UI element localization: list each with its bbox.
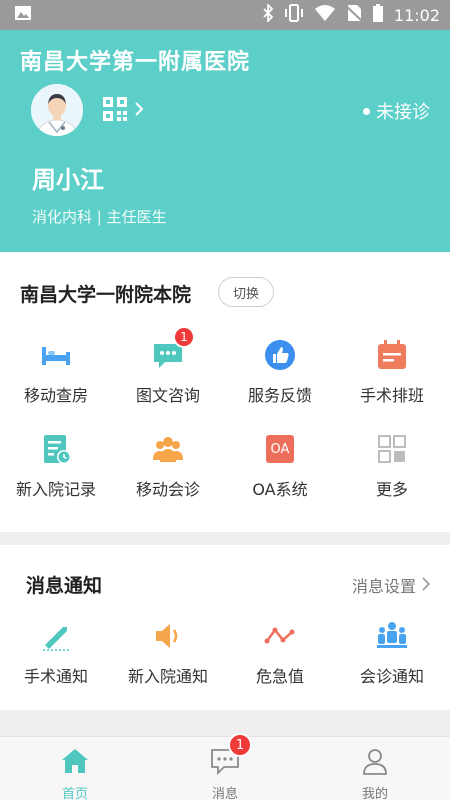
image-notification-icon <box>14 5 32 25</box>
hospital-name: 南昌大学第一附属医院 <box>20 50 251 75</box>
notice-label: 新入院通知 <box>127 667 208 686</box>
doctor-department: 消化内科 | 主任医生 <box>32 208 167 226</box>
notice-critical-value[interactable]: 危急值 <box>224 619 336 687</box>
feature-more[interactable]: 更多 <box>336 432 448 500</box>
notice-surgery[interactable]: 手术通知 <box>0 619 112 687</box>
qr-code-button[interactable] <box>102 96 144 126</box>
notice-label: 会诊通知 <box>359 667 424 686</box>
feature-consultation[interactable]: 1 图文咨询 <box>112 326 224 406</box>
feature-label: 更多 <box>375 480 408 499</box>
campus-name: 南昌大学一附院本院 <box>20 284 192 306</box>
consult-status-label: 未接诊 <box>376 102 430 123</box>
vibrate-icon <box>284 4 304 26</box>
feature-card: 南昌大学一附院本院 切换 移动查房 1 图文咨询 服务反馈 手术排班 新入院记录 <box>0 252 450 532</box>
doctor-name: 周小江 <box>32 166 104 194</box>
tab-mine[interactable]: 我的 <box>300 737 450 800</box>
more-grid-icon <box>375 432 409 466</box>
home-icon <box>60 747 90 779</box>
trend-icon <box>263 619 297 653</box>
notices-card: 消息通知 消息设置 手术通知 新入院通知 危急值 会诊通知 <box>0 545 450 710</box>
notice-settings-button[interactable]: 消息设置 <box>351 573 431 597</box>
battery-icon <box>372 4 384 26</box>
status-dot-icon <box>363 107 370 115</box>
feature-label: 移动查房 <box>23 386 88 405</box>
feature-label: 服务反馈 <box>247 386 312 405</box>
qr-code-icon <box>102 96 128 126</box>
consult-status[interactable]: 未接诊 <box>363 98 430 124</box>
chevron-right-icon <box>422 576 431 595</box>
oa-icon: OA <box>263 432 297 466</box>
calendar-icon <box>375 338 409 372</box>
meeting-icon <box>375 619 409 653</box>
notice-settings-label: 消息设置 <box>351 577 416 596</box>
no-sim-icon <box>345 4 363 26</box>
status-bar: 11:02 <box>0 0 450 30</box>
consult-badge: 1 <box>173 326 195 348</box>
feature-surgery-schedule[interactable]: 手术排班 <box>336 338 448 406</box>
notice-consultation[interactable]: 会诊通知 <box>336 619 448 687</box>
notice-label: 手术通知 <box>23 667 88 686</box>
person-icon <box>360 747 390 779</box>
feature-oa-system[interactable]: OA OA系统 <box>224 432 336 500</box>
feature-label: 新入院记录 <box>15 480 96 499</box>
avatar[interactable] <box>31 84 83 136</box>
wifi-icon <box>314 4 336 26</box>
thumbs-up-icon <box>263 338 297 372</box>
switch-campus-button[interactable]: 切换 <box>218 277 274 307</box>
bottom-tab-bar: 首页 1 消息 我的 <box>0 733 450 800</box>
feature-admission-record[interactable]: 新入院记录 <box>0 432 112 500</box>
scalpel-icon <box>39 619 73 653</box>
notice-label: 危急值 <box>255 667 304 686</box>
group-icon <box>151 432 185 466</box>
feature-service-feedback[interactable]: 服务反馈 <box>224 338 336 406</box>
chat-icon: 1 <box>151 326 195 372</box>
notices-title: 消息通知 <box>26 575 103 597</box>
doctor-header: 南昌大学第一附属医院 未接诊 周小江 消化内科 | 主任医生 <box>0 30 450 252</box>
message-icon: 1 <box>210 733 252 779</box>
feature-label: 手术排班 <box>359 386 424 405</box>
bed-icon <box>39 338 73 372</box>
feature-label: 移动会诊 <box>135 480 200 499</box>
tab-home[interactable]: 首页 <box>0 737 150 800</box>
tab-label: 消息 <box>211 787 238 800</box>
record-icon <box>39 432 73 466</box>
feature-label: OA系统 <box>252 480 308 499</box>
feature-label: 图文咨询 <box>135 386 200 405</box>
chevron-right-icon <box>134 101 144 121</box>
feature-mobile-rounds[interactable]: 移动查房 <box>0 338 112 406</box>
message-badge: 1 <box>228 733 252 757</box>
tab-messages[interactable]: 1 消息 <box>150 733 300 800</box>
oa-icon-text: OA <box>270 441 290 457</box>
bluetooth-icon <box>262 2 274 26</box>
tab-label: 我的 <box>361 787 388 800</box>
tab-label: 首页 <box>61 787 88 800</box>
feature-mobile-consultation[interactable]: 移动会诊 <box>112 432 224 500</box>
notice-admission[interactable]: 新入院通知 <box>112 619 224 687</box>
speaker-icon <box>151 619 185 653</box>
clock: 11:02 <box>393 5 440 25</box>
